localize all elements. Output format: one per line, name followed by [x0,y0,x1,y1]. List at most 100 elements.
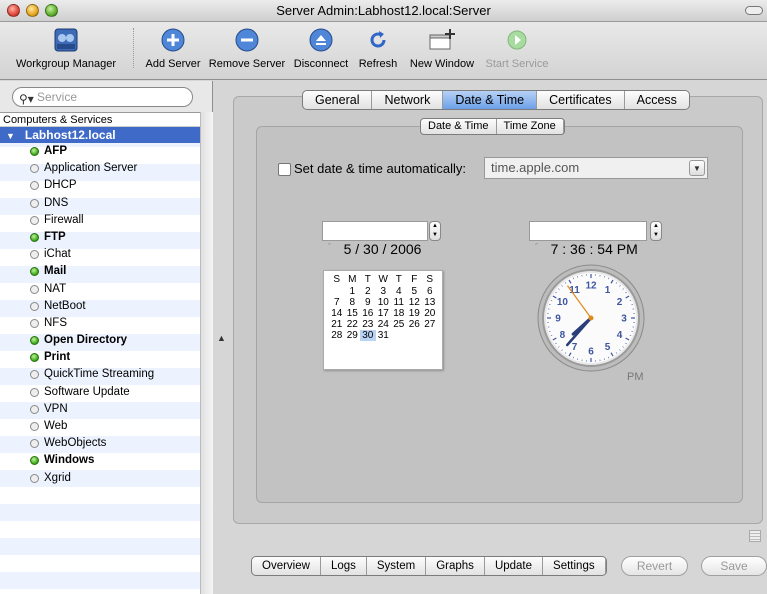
toolbar-toggle-button[interactable] [745,6,763,15]
close-button[interactable] [7,4,20,17]
service-row[interactable]: Xgrid [0,470,200,487]
calendar-day[interactable]: 16 [360,308,376,319]
start-service-button[interactable]: Start Service [483,24,551,70]
tab-certificates[interactable]: Certificates [537,91,625,109]
time-server-combo[interactable]: time.apple.com ▼ [484,157,708,179]
calendar-day[interactable]: 21 [329,319,345,330]
date-day[interactable]: 30 [363,241,379,257]
refresh-button[interactable]: Refresh [356,24,400,70]
service-row[interactable]: Open Directory [0,332,200,349]
bottom-tab-system[interactable]: System [367,557,427,575]
calendar-day[interactable]: 10 [376,297,392,308]
service-row[interactable]: DNS [0,195,200,212]
service-row[interactable]: Windows [0,452,200,469]
bottom-tab-graphs[interactable]: Graphs [426,557,485,575]
calendar-day[interactable]: 7 [329,297,345,308]
service-row[interactable]: QuickTime Streaming [0,366,200,383]
service-search-field[interactable]: ⚲▾ Service [12,87,193,107]
service-row[interactable]: AFP [0,143,200,160]
service-row[interactable]: iChat [0,246,200,263]
calendar-day[interactable]: 14 [329,308,345,319]
service-row[interactable]: Web [0,418,200,435]
dropdown-arrow-icon[interactable]: ▼ [689,160,705,176]
calendar-day[interactable]: 17 [376,308,392,319]
calendar-day[interactable]: 19 [407,308,423,319]
workgroup-manager-button[interactable]: Workgroup Manager [4,24,128,70]
calendar-day[interactable]: 15 [345,308,361,319]
bottom-tab-overview[interactable]: Overview [252,557,321,575]
tab-general[interactable]: General [303,91,373,109]
calendar-day[interactable]: 8 [345,297,361,308]
calendar-day[interactable]: 25 [391,319,407,330]
subtab-time-zone[interactable]: Time Zone [497,119,564,134]
calendar-day[interactable]: 23 [360,319,376,330]
bottom-tab-settings[interactable]: Settings [543,557,606,575]
bottom-tab-update[interactable]: Update [485,557,544,575]
disconnect-button[interactable]: Disconnect [290,24,352,70]
calendar-day[interactable]: 2 [360,286,376,297]
calendar-day[interactable]: 13 [422,297,438,308]
subtab-date-time[interactable]: Date & Time [421,119,497,134]
service-row[interactable]: VPN [0,401,200,418]
calendar-day[interactable]: 1 [345,286,361,297]
calendar-day[interactable]: 3 [376,286,392,297]
service-row[interactable]: NFS [0,315,200,332]
calendar-day[interactable]: 22 [345,319,361,330]
time-minute[interactable]: 36 [570,241,586,257]
date-stepper[interactable]: ▲ ▼ [429,221,441,241]
minimize-button[interactable] [26,4,39,17]
time-ampm[interactable]: PM [617,241,638,257]
zoom-button[interactable] [45,4,58,17]
remove-server-button[interactable]: Remove Server [208,24,286,70]
calendar-day[interactable]: 28 [329,330,345,341]
resize-grip-icon[interactable] [749,530,761,542]
time-second[interactable]: 54 [597,241,613,257]
bottom-tab-logs[interactable]: Logs [321,557,367,575]
calendar-day[interactable]: 12 [407,297,423,308]
auto-date-checkbox[interactable] [278,163,291,176]
service-row[interactable]: NetBoot [0,298,200,315]
calendar-day[interactable]: 9 [360,297,376,308]
search-icon[interactable]: ⚲▾ [19,90,34,108]
date-year[interactable]: 2006 [390,241,421,257]
tab-network[interactable]: Network [372,91,444,109]
calendar-day[interactable]: 30 [360,330,376,341]
add-server-button[interactable]: Add Server [140,24,206,70]
service-row[interactable]: Application Server [0,160,200,177]
service-row[interactable]: Mail [0,263,200,280]
calendar[interactable]: S M T W T F S 1 2 3 4 5 6 7 8 9 10 11 12 13 14 15 16 17 18 19 20 21… [323,270,443,370]
clock-numeral: 6 [588,347,594,358]
calendar-day[interactable]: 4 [391,286,407,297]
service-row[interactable]: DHCP [0,177,200,194]
split-view-handle[interactable]: ▲ [217,333,226,343]
save-button[interactable]: Save [701,556,767,576]
host-row[interactable]: ▼ Labhost12.local [0,127,200,143]
revert-button[interactable]: Revert [621,556,688,576]
calendar-day[interactable]: 27 [422,319,438,330]
date-field[interactable]: 5 / 30 / 2006 [322,221,428,257]
calendar-day[interactable]: 6 [422,286,438,297]
service-row[interactable]: WebObjects [0,435,200,452]
calendar-day[interactable]: 20 [422,308,438,319]
service-row[interactable]: FTP [0,229,200,246]
service-row[interactable]: Print [0,349,200,366]
tab-date-time[interactable]: Date & Time [443,91,538,109]
analog-clock[interactable]: 12 1234567891011 [536,263,646,373]
title-bar[interactable]: Server Admin:Labhost12.local:Server [0,0,767,22]
calendar-day[interactable]: 18 [391,308,407,319]
service-row[interactable]: Firewall [0,212,200,229]
service-row[interactable]: NAT [0,281,200,298]
calendar-day[interactable]: 11 [391,297,407,308]
service-row[interactable]: Software Update [0,384,200,401]
sidebar-scrollbar[interactable] [200,112,213,594]
time-field[interactable]: 7 : 36 : 54 PM [529,221,647,257]
calendar-day[interactable]: 26 [407,319,423,330]
calendar-day[interactable]: 5 [407,286,423,297]
disclosure-triangle-icon[interactable]: ▼ [6,131,15,141]
calendar-day[interactable]: 31 [376,330,392,341]
time-stepper[interactable]: ▲ ▼ [650,221,662,241]
calendar-day[interactable]: 24 [376,319,392,330]
new-window-button[interactable]: New Window [405,24,479,70]
calendar-day[interactable]: 29 [345,330,361,341]
tab-access[interactable]: Access [625,91,689,109]
